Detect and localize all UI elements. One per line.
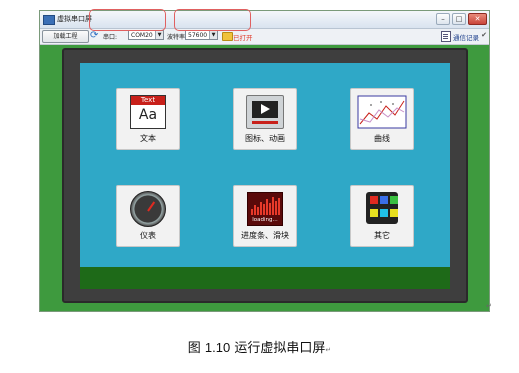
media-player-icon (246, 95, 284, 129)
maximize-button[interactable]: □ (452, 13, 466, 25)
tile-text[interactable]: Text Aa 文本 (116, 88, 180, 150)
screen-bottom-bar (80, 267, 450, 289)
baud-value: 57600 (188, 32, 208, 39)
gauge-icon (130, 191, 166, 227)
folder-icon (222, 32, 233, 41)
chevron-down-icon: ▼ (155, 31, 163, 39)
minimize-button[interactable]: – (436, 13, 450, 25)
caption-text: 运行虚拟串口屏 (234, 341, 326, 356)
tile-label: 仪表 (140, 231, 156, 240)
close-button[interactable]: ✕ (468, 13, 487, 25)
tile-progress-slider[interactable]: loading... 进度条、滑块 (233, 185, 297, 247)
window-controls: – □ ✕ (436, 13, 487, 25)
refresh-icon[interactable]: ⟳ (90, 30, 98, 42)
comm-log-link[interactable]: 通信记录 (441, 31, 479, 42)
window-title: 虚拟串口屏 (57, 15, 92, 23)
port-value: COM20 (131, 32, 153, 39)
tile-label: 图标、动画 (245, 134, 285, 143)
pin-icon[interactable]: ✔ (481, 31, 487, 39)
tile-label: 曲线 (374, 134, 390, 143)
connection-status: 已打开 (233, 34, 253, 42)
text-icon-glyph: Aa (138, 107, 158, 123)
return-mark: ↵ (325, 346, 332, 354)
text-aa-icon: Text Aa (130, 95, 166, 129)
caption-number: 1.10 (204, 340, 231, 355)
tile-icon-animation[interactable]: 图标、动画 (233, 88, 297, 150)
app-icon (43, 15, 55, 25)
loading-bar-icon: loading... (247, 192, 283, 226)
paragraph-mark: ↵ (486, 302, 492, 310)
toolbar: 加载工程 ⟳ 串口: COM20 ▼ 波特率: 57600 ▼ 已打开 通信记录… (40, 29, 489, 45)
line-chart-icon (357, 95, 407, 129)
port-select[interactable]: COM20 ▼ (128, 30, 164, 40)
chevron-down-icon: ▼ (209, 31, 217, 39)
tile-gauge[interactable]: 仪表 (116, 185, 180, 247)
figure-caption: 图 1.10 运行虚拟串口屏↵ (0, 337, 519, 356)
highlight-status-box (174, 9, 251, 31)
tile-label: 进度条、滑块 (241, 231, 289, 240)
caption-prefix: 图 (187, 341, 201, 356)
tile-label: 其它 (374, 231, 390, 240)
load-project-button[interactable]: 加载工程 (42, 30, 89, 43)
document-icon (441, 31, 451, 42)
baud-select[interactable]: 57600 ▼ (185, 30, 218, 40)
tile-curve[interactable]: 曲线 (350, 88, 414, 150)
port-label: 串口: (103, 34, 118, 41)
device-screen: Text Aa 文本 图标、动画 曲线 仪表 loading... 进度条、滑块… (80, 63, 450, 289)
highlight-port-box (89, 9, 166, 31)
text-icon-banner: Text (131, 96, 165, 105)
tile-other[interactable]: 其它 (350, 185, 414, 247)
color-grid-icon (366, 192, 398, 224)
comm-log-label: 通信记录 (453, 33, 479, 42)
loading-text: loading... (252, 217, 278, 223)
tile-label: 文本 (140, 134, 156, 143)
